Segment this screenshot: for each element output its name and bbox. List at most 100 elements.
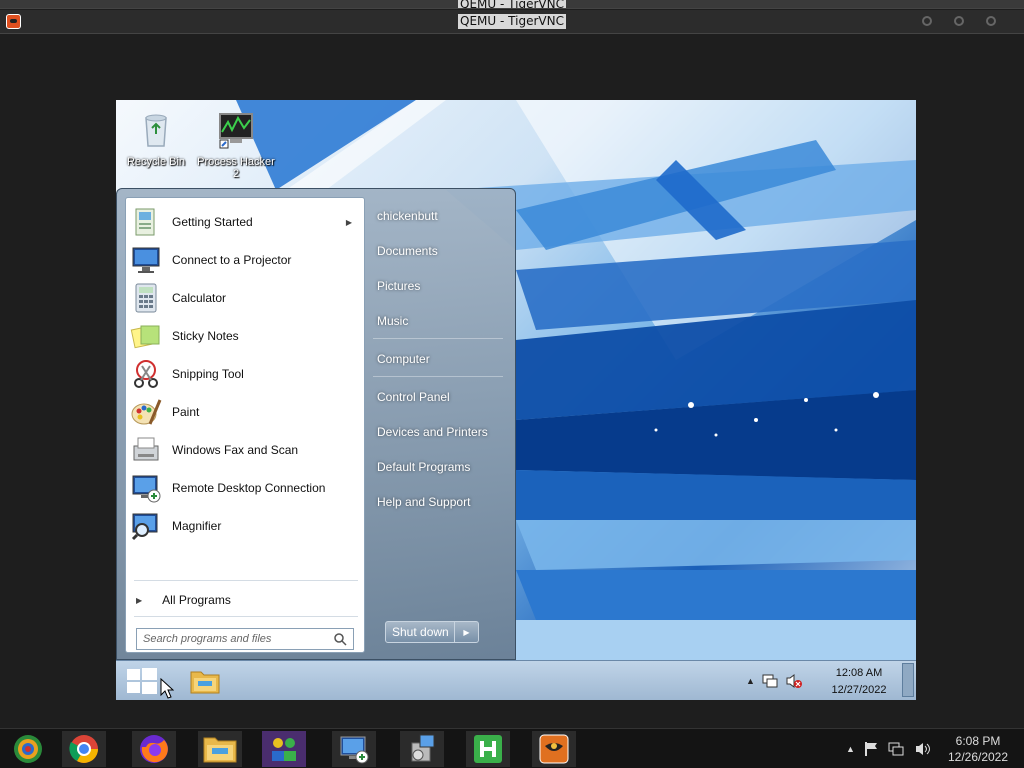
volume-icon[interactable] <box>914 741 932 757</box>
paint-icon <box>131 399 162 425</box>
action-center-flag-icon[interactable] <box>864 741 878 757</box>
place-music[interactable]: Music <box>377 314 408 328</box>
program-paint[interactable]: Paint <box>130 394 362 430</box>
start-menu-programs-pane: Getting Started ▶ Connect to a Projector… <box>125 197 365 653</box>
vm-clock[interactable]: 12:08 AM 12/27/2022 <box>822 665 896 699</box>
taskbar-firefox[interactable] <box>132 731 176 767</box>
taskbar-file-manager[interactable] <box>198 731 242 767</box>
taskbar-chrome[interactable] <box>62 731 106 767</box>
snipping-tool-icon <box>134 360 158 388</box>
show-desktop-button[interactable] <box>902 663 914 697</box>
background-window-title: QEMU - TigerVNC <box>458 0 566 8</box>
place-user-folder[interactable]: chickenbutt <box>377 209 438 223</box>
desktop-icon-recycle-bin[interactable]: Recycle Bin <box>116 110 196 168</box>
vm-screen[interactable]: Recycle Bin Process Hacker 2 Getting Sta… <box>116 100 916 700</box>
place-pictures[interactable]: Pictures <box>377 279 420 293</box>
minimize-button[interactable] <box>922 16 932 26</box>
vm-date: 12/27/2022 <box>831 684 887 696</box>
places-divider <box>373 376 503 377</box>
host-system-tray: ▲ <box>846 741 932 757</box>
search-input[interactable]: Search programs and files <box>136 628 354 650</box>
h-app-icon <box>474 735 502 763</box>
program-remote-desktop[interactable]: Remote Desktop Connection <box>130 470 362 506</box>
host-time: 6:08 PM <box>955 734 1001 748</box>
program-label: Remote Desktop Connection <box>172 481 326 495</box>
program-label: Getting Started <box>172 215 253 229</box>
chrome-icon <box>69 735 98 763</box>
all-programs-button[interactable]: ▶ All Programs <box>130 588 362 612</box>
vm-taskbar: ▲ 12:08 AM 12/27/2022 <box>116 660 916 700</box>
calculator-icon <box>135 283 157 313</box>
taskbar-network-app[interactable] <box>262 731 306 767</box>
place-devices-printers[interactable]: Devices and Printers <box>377 425 488 439</box>
recycle-bin-icon <box>145 114 167 147</box>
program-connect-projector[interactable]: Connect to a Projector <box>130 242 362 278</box>
taskbar-app-launcher[interactable] <box>6 731 50 767</box>
maximize-button[interactable] <box>954 16 964 26</box>
program-label: Calculator <box>172 291 227 305</box>
vm-time: 12:08 AM <box>835 667 883 679</box>
program-calculator[interactable]: Calculator <box>130 280 362 316</box>
search-icon[interactable] <box>333 632 347 646</box>
start-button-windows-icon[interactable] <box>126 667 158 695</box>
places-divider <box>373 338 503 339</box>
shutdown-button[interactable]: Shut down ▶ <box>385 621 479 643</box>
place-documents[interactable]: Documents <box>377 244 438 258</box>
fax-scan-icon <box>133 437 159 461</box>
desktop-icon-label: Process Hacker 2 <box>197 156 275 180</box>
all-programs-arrow-icon: ▶ <box>136 595 143 605</box>
start-menu: Getting Started ▶ Connect to a Projector… <box>116 188 516 660</box>
search-placeholder: Search programs and files <box>143 633 272 645</box>
window-title: QEMU - TigerVNC <box>458 14 566 29</box>
background-window-titlebar[interactable]: QEMU - TigerVNC <box>0 0 1024 9</box>
taskbar-remote-desktop[interactable] <box>332 731 376 767</box>
projector-icon <box>132 247 160 273</box>
volume-muted-icon[interactable] <box>785 673 803 689</box>
close-button[interactable] <box>986 16 996 26</box>
program-label: Snipping Tool <box>172 367 244 381</box>
tigervnc-icon <box>6 14 21 29</box>
program-label: Paint <box>172 405 200 419</box>
program-label: Connect to a Projector <box>172 253 292 267</box>
shutdown-label: Shut down <box>392 625 449 639</box>
sticky-notes-icon <box>130 325 160 349</box>
place-control-panel[interactable]: Control Panel <box>377 390 450 404</box>
window-titlebar[interactable]: QEMU - TigerVNC <box>0 10 1024 34</box>
program-label: Sticky Notes <box>172 329 239 343</box>
show-hidden-icons-icon[interactable]: ▲ <box>746 676 755 686</box>
program-snipping-tool[interactable]: Snipping Tool <box>130 356 362 392</box>
magnifier-icon <box>131 513 158 541</box>
program-sticky-notes[interactable]: Sticky Notes <box>130 318 362 354</box>
program-fax-scan[interactable]: Windows Fax and Scan <box>130 432 362 468</box>
submenu-arrow-icon[interactable]: ▶ <box>346 218 352 227</box>
network-icon[interactable] <box>761 673 779 689</box>
program-label: Magnifier <box>172 519 222 533</box>
taskbar-h-app[interactable] <box>466 731 510 767</box>
remote-desktop-icon <box>132 475 161 503</box>
host-clock[interactable]: 6:08 PM 12/26/2022 <box>940 733 1016 765</box>
tigervnc-icon <box>539 734 569 764</box>
app-launcher-icon <box>14 735 42 763</box>
program-label: Windows Fax and Scan <box>172 443 299 457</box>
place-default-programs[interactable]: Default Programs <box>377 460 470 474</box>
host-taskbar: ▲ 6:08 PM 12/26/2022 <box>0 728 1024 768</box>
place-help-support[interactable]: Help and Support <box>377 495 470 509</box>
file-explorer-taskbar-icon[interactable] <box>190 668 220 694</box>
desktop-icon-process-hacker[interactable]: Process Hacker 2 <box>196 110 276 180</box>
mouse-cursor-icon <box>160 678 174 699</box>
taskbar-installer[interactable] <box>400 731 444 767</box>
getting-started-icon <box>135 208 155 236</box>
network-icon[interactable] <box>887 741 905 757</box>
program-magnifier[interactable]: Magnifier <box>130 508 362 544</box>
shutdown-options-arrow-icon[interactable]: ▶ <box>454 622 478 642</box>
host-date: 12/26/2022 <box>947 750 1009 764</box>
all-programs-label: All Programs <box>162 593 231 607</box>
installer-icon <box>411 734 435 762</box>
remote-desktop-icon <box>340 736 369 764</box>
taskbar-tigervnc[interactable] <box>532 731 576 767</box>
desktop-icon-label: Recycle Bin <box>126 156 186 168</box>
program-getting-started[interactable]: Getting Started ▶ <box>130 204 362 240</box>
start-menu-divider <box>134 616 358 617</box>
place-computer[interactable]: Computer <box>377 352 430 366</box>
show-hidden-icons-icon[interactable]: ▲ <box>846 744 855 754</box>
